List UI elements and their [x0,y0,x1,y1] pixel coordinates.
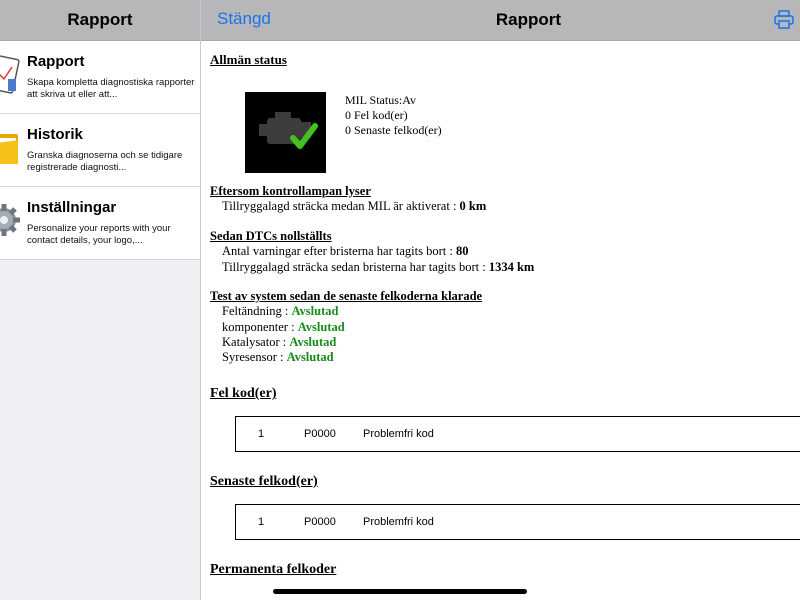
sidebar-list: Rapport Skapa kompletta diagnostiska rap… [0,41,200,260]
test-item: Katalysator : Avslutad [222,335,336,350]
test-value: Avslutad [291,304,339,318]
test-item: Feltändning : Avslutad [222,304,338,319]
fault-code-row: 1 P0000 Problemfri kod [235,416,800,452]
main-header: Stängd Rapport [201,0,800,41]
home-indicator[interactable] [273,589,527,594]
sidebar-item-title: Rapport [27,53,85,70]
mil-distance-label: Tillryggalagd sträcka medan MIL är aktiv… [222,199,457,213]
test-value: Avslutad [286,350,334,364]
sidebar: Rapport Rapport Skapa kompletta diagnost… [0,0,201,600]
check-engine-icon [259,112,318,149]
code-id: P0000 [304,516,336,528]
code-description: Problemfri kod [363,428,434,440]
cleared-distance-value: 1334 km [488,260,535,274]
sidebar-item-installningar[interactable]: Inställningar Personalize your reports w… [0,187,200,260]
cleared-distance-line: Tillryggalagd sträcka sedan bristerna ha… [222,260,534,275]
warmups-label: Antal varningar efter bristerna har tagi… [222,244,453,258]
engine-status-image [245,92,326,173]
report-icon [0,54,20,94]
test-value: Avslutad [289,335,337,349]
mil-status: MIL Status:Av [345,93,416,107]
mil-info: MIL Status:Av 0 Fel kod(er) 0 Senaste fe… [345,93,442,138]
print-icon[interactable] [774,10,794,30]
mil-distance-line: Tillryggalagd sträcka medan MIL är aktiv… [222,199,486,214]
code-id: P0000 [304,428,336,440]
sidebar-item-desc: Skapa kompletta diagnostiska rapporter a… [27,77,195,100]
sidebar-item-title: Inställningar [27,199,117,216]
test-item: komponenter : Avslutad [222,320,345,335]
section-title-recent-codes: Senaste felkod(er) [210,474,318,489]
main-panel: Stängd Rapport Allmän status MIL Status:… [201,0,800,600]
recent-code-count: 0 Senaste felkod(er) [345,123,442,137]
section-title-mil-on: Eftersom kontrollampan lyser [210,184,371,198]
test-value: Avslutad [297,320,345,334]
sidebar-item-title: Historik [27,126,83,143]
code-number: 1 [258,516,265,528]
test-label: Katalysator : [222,335,287,349]
mil-distance-value: 0 km [459,199,487,213]
gear-icon [0,204,20,236]
section-title-tests: Test av system sedan de senaste felkoder… [210,289,483,303]
recent-code-row: 1 P0000 Problemfri kod [235,504,800,540]
code-description: Problemfri kod [363,516,434,528]
page-title: Rapport [495,10,562,29]
sidebar-item-historik[interactable]: Historik Granska diagnoserna och se tidi… [0,114,200,187]
section-title-general: Allmän status [210,52,287,67]
section-title-fault-codes: Fel kod(er) [210,386,277,401]
warmups-value: 80 [455,244,469,258]
section-title-permanent: Permanenta felkoder [210,562,337,577]
history-folder-icon [0,134,18,164]
test-label: Feltändning : [222,304,289,318]
sidebar-item-desc: Granska diagnoserna och se tidigare regi… [27,150,183,173]
section-title-dtc-cleared: Sedan DTCs nollställts [210,229,332,243]
code-number: 1 [258,428,265,440]
fault-code-count: 0 Fel kod(er) [345,108,408,122]
warmups-line: Antal varningar efter bristerna har tagi… [222,244,468,259]
cleared-distance-label: Tillryggalagd sträcka sedan bristerna ha… [222,260,486,274]
test-label: komponenter : [222,320,295,334]
test-item: Syresensor : Avslutad [222,350,334,365]
sidebar-item-rapport[interactable]: Rapport Skapa kompletta diagnostiska rap… [0,41,200,114]
sidebar-title: Rapport [0,0,200,41]
test-label: Syresensor : [222,350,284,364]
sidebar-item-desc: Personalize your reports with your conta… [27,223,171,246]
